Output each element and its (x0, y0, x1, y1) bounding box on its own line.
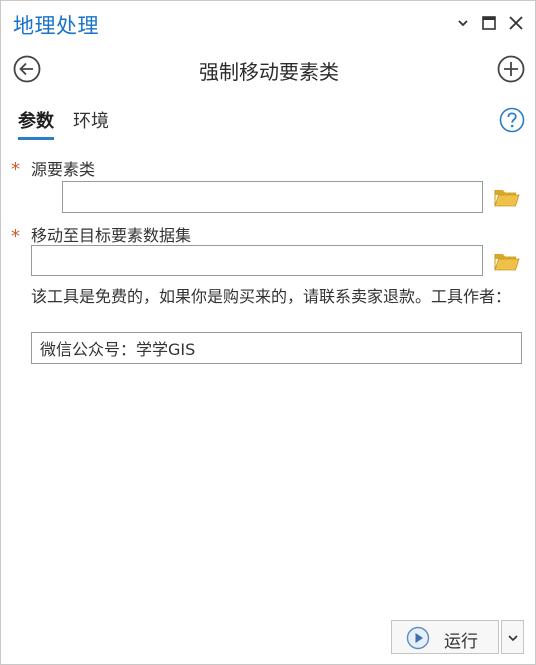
required-marker: * (11, 226, 20, 247)
add-button[interactable] (496, 54, 526, 84)
source-feature-class-input[interactable] (62, 181, 483, 213)
close-button[interactable] (506, 13, 526, 33)
add-circle-icon (497, 55, 525, 83)
maximize-icon (482, 16, 496, 30)
pane-title: 地理处理 (13, 14, 99, 38)
tool-title: 强制移动要素类 (199, 60, 339, 84)
run-button-group: 运行 (391, 620, 524, 654)
browse-source-button[interactable] (494, 186, 520, 208)
maximize-button[interactable] (479, 13, 499, 33)
run-button[interactable]: 运行 (391, 620, 499, 654)
author-input[interactable] (31, 332, 522, 364)
play-icon (406, 626, 430, 650)
chevron-down-icon (508, 635, 518, 642)
tab-environments[interactable]: 环境 (73, 107, 109, 137)
help-icon (499, 107, 525, 133)
param-label-target: 移动至目标要素数据集 (31, 226, 192, 245)
run-label: 运行 (444, 632, 478, 652)
folder-icon (494, 254, 520, 271)
tab-parameters[interactable]: 参数 (18, 107, 54, 140)
collapse-button[interactable] (453, 13, 473, 33)
param-label-source: 源要素类 (31, 160, 96, 179)
target-dataset-input[interactable] (31, 245, 483, 276)
help-button[interactable] (499, 107, 525, 133)
folder-icon (494, 190, 520, 207)
required-marker: * (11, 159, 20, 180)
chevron-down-icon (458, 20, 468, 27)
param-label-author: 该工具是免费的，如果你是购买来的，请联系卖家退款。工具作者： (31, 287, 512, 306)
browse-target-button[interactable] (494, 250, 520, 272)
close-icon (509, 16, 523, 30)
run-dropdown-button[interactable] (501, 620, 524, 654)
geoprocessing-pane: 地理处理 强制移动要素类 参数 环境 * 源要素类 * 移动至目标要素数据集 该… (0, 0, 536, 665)
